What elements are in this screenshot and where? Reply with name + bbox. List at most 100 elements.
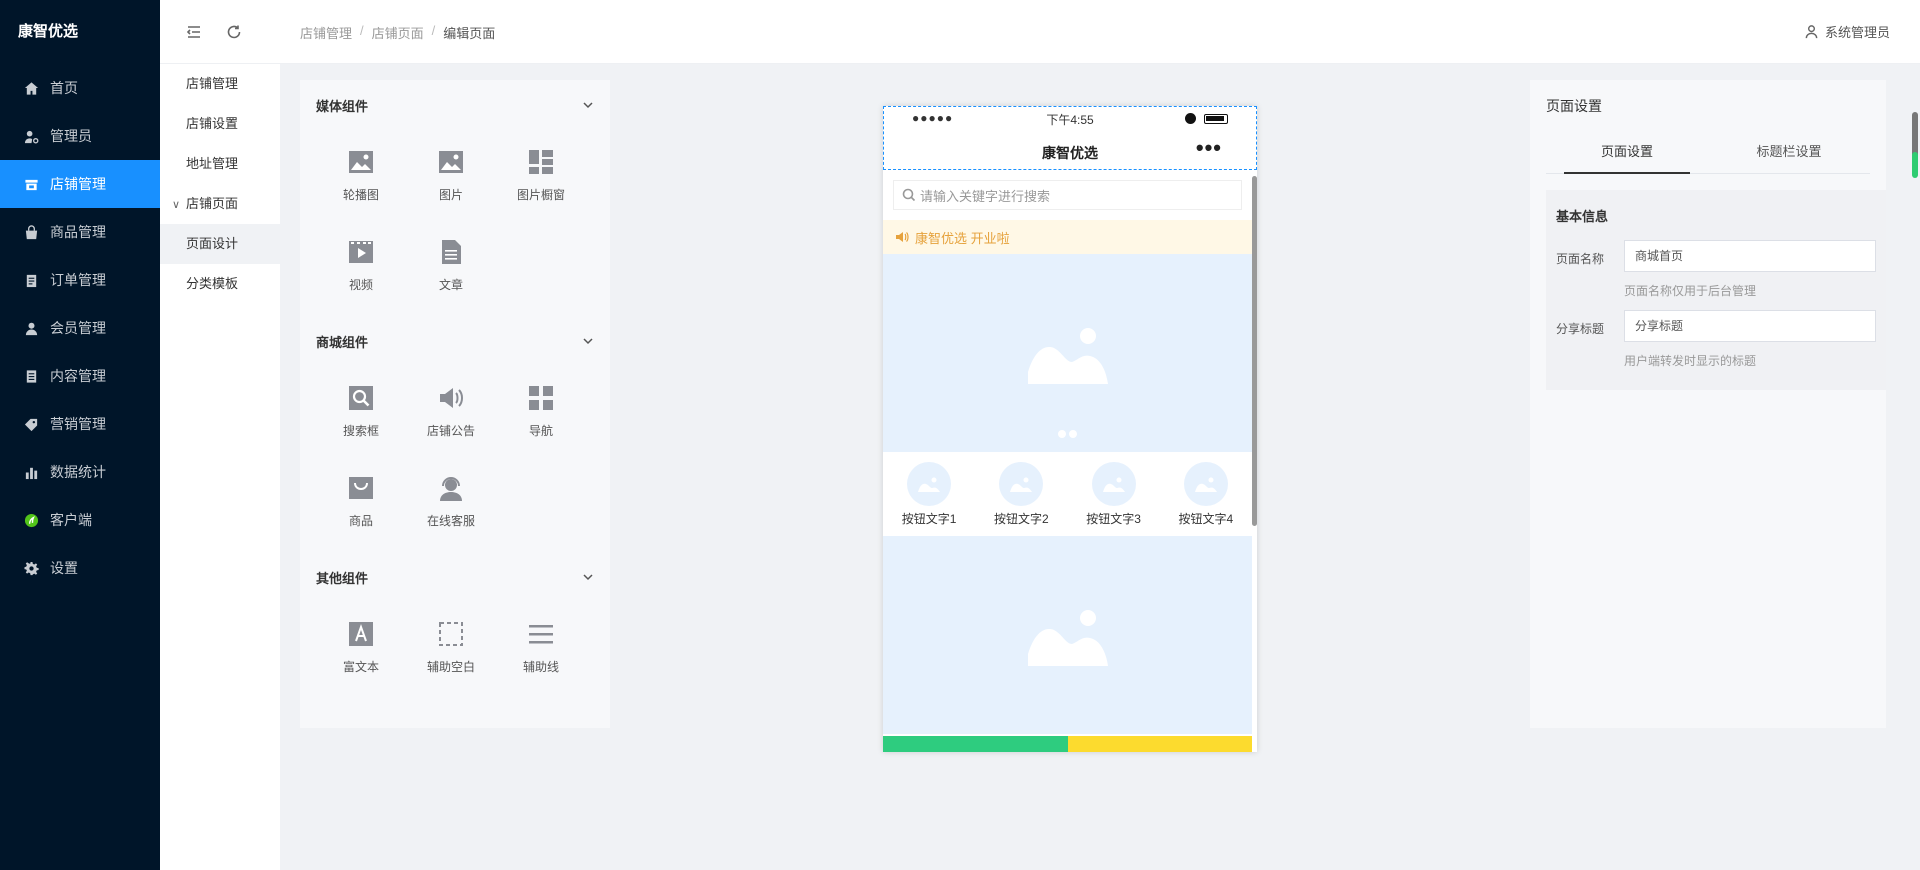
sidebar-item-label: 订单管理	[50, 272, 106, 288]
component-item[interactable]: 图片	[406, 130, 496, 220]
component-group-header[interactable]: 其他组件	[300, 552, 610, 602]
sidebar-item-2[interactable]: 店铺管理	[0, 160, 160, 208]
component-item[interactable]: 图片橱窗	[496, 130, 586, 220]
subnav-item-store-management[interactable]: 店铺管理	[160, 64, 280, 104]
section-title: 基本信息	[1556, 209, 1609, 224]
component-item[interactable]: 店铺公告	[406, 366, 496, 456]
member-icon	[22, 319, 40, 337]
image-placeholder-icon	[907, 461, 952, 506]
page-scrollbar[interactable]	[1910, 112, 1920, 180]
phone-nav-buttons: 按钮文字1 按钮文字2 按钮文字3 按钮文字4	[883, 452, 1252, 536]
phone-image-block[interactable]	[883, 536, 1252, 734]
breadcrumb-item-store-management[interactable]: 店铺管理	[300, 23, 352, 42]
component-item[interactable]: 商品	[316, 456, 406, 546]
document-icon	[22, 367, 40, 385]
sidebar-item-1[interactable]: 管理员	[0, 112, 160, 160]
refresh-icon[interactable]	[224, 22, 244, 42]
component-label: 店铺公告	[426, 423, 475, 438]
sidebar-item-5[interactable]: 会员管理	[0, 304, 160, 352]
home-icon	[22, 79, 40, 97]
phone-title-bar[interactable]: ●●●●● 下午4:55 康智优选 •••	[883, 106, 1257, 170]
subnav-item-category-template[interactable]: 分类模板	[160, 264, 280, 304]
component-group-title: 商城组件	[316, 334, 369, 350]
sidebar-item-0[interactable]: 首页	[0, 64, 160, 112]
component-item[interactable]: 视频	[316, 220, 406, 310]
carousel-icon	[347, 148, 375, 176]
component-item[interactable]: 文章	[406, 220, 496, 310]
bag-icon	[22, 223, 40, 241]
subnav-group-label: 店铺页面	[186, 196, 239, 211]
sidebar-item-label: 首页	[50, 80, 78, 96]
sidebar-item-label: 营销管理	[50, 416, 106, 432]
customer-service-icon	[437, 474, 465, 502]
sidebar-item-3[interactable]: 商品管理	[0, 208, 160, 256]
component-item[interactable]: 辅助线	[496, 602, 586, 692]
chevron-down-icon	[583, 102, 593, 109]
main-menu: 首页管理员 店铺管理 商品管理订单管理会员管理内容管理营销管理数据统计客户端 设置	[0, 64, 160, 592]
video-icon	[347, 238, 375, 266]
phone-carousel[interactable]	[883, 254, 1252, 452]
component-label: 导航	[528, 423, 553, 438]
subnav-group-store-pages[interactable]: ∨ 店铺页面	[160, 184, 280, 224]
user-menu[interactable]: 系统管理员	[1804, 22, 1890, 41]
page-name-label: 页面名称	[1556, 252, 1605, 266]
sidebar-item-8[interactable]: 数据统计	[0, 448, 160, 496]
tab-page-settings[interactable]: 页面设置	[1546, 130, 1708, 174]
breadcrumb-item-edit-page: 编辑页面	[443, 26, 496, 41]
chevron-down-icon	[583, 338, 593, 345]
phone-nav-button[interactable]: 按钮文字1	[883, 452, 975, 536]
subnav-item-store-settings[interactable]: 店铺设置	[160, 104, 280, 144]
tab-titlebar-settings[interactable]: 标题栏设置	[1708, 130, 1870, 173]
sidebar-item-9[interactable]: 客户端	[0, 496, 160, 544]
image-placeholder-icon	[1183, 461, 1228, 506]
component-group-header[interactable]: 媒体组件	[300, 80, 610, 130]
announcement-icon	[437, 384, 465, 412]
settings-title: 页面设置	[1546, 98, 1602, 114]
sidebar-item-7[interactable]: 营销管理	[0, 400, 160, 448]
sidebar-item-6[interactable]: 内容管理	[0, 352, 160, 400]
component-label: 视频	[348, 277, 373, 292]
speaker-icon	[896, 232, 909, 242]
bar-chart-icon	[22, 463, 40, 481]
component-item[interactable]: 导航	[496, 366, 586, 456]
phone-search-box[interactable]: 请输入关键字进行搜索	[893, 180, 1242, 210]
component-grid: 富文本 辅助空白 辅助线	[300, 602, 610, 698]
component-label: 搜索框	[342, 423, 379, 438]
phone-scrollbar[interactable]	[1252, 176, 1257, 526]
phone-nav-button[interactable]: 按钮文字3	[1068, 452, 1160, 536]
phone-nav-button[interactable]: 按钮文字2	[975, 452, 1067, 536]
component-grid: 搜索框 店铺公告 导航商品 在线客服	[300, 366, 610, 552]
image-placeholder-icon	[999, 461, 1044, 506]
phone-notice-text: 康智优选 开业啦	[915, 230, 1010, 246]
component-item[interactable]: 轮播图	[316, 130, 406, 220]
share-title-label: 分享标题	[1556, 322, 1605, 336]
component-item[interactable]: 辅助空白	[406, 602, 496, 692]
phone-nav-label: 按钮文字1	[901, 511, 957, 526]
subnav-item-address-management[interactable]: 地址管理	[160, 144, 280, 184]
sidebar-item-label: 数据统计	[50, 464, 106, 480]
share-title-field[interactable]: 分享标题	[1624, 310, 1876, 342]
subnav-item-page-design[interactable]: 页面设计	[160, 224, 280, 264]
sidebar-item-10[interactable]: 设置	[0, 544, 160, 592]
component-label: 富文本	[342, 659, 379, 674]
component-item[interactable]: 搜索框	[316, 366, 406, 456]
sidebar-item-4[interactable]: 订单管理	[0, 256, 160, 304]
component-group-header[interactable]: 商城组件	[300, 316, 610, 366]
collapse-menu-icon[interactable]	[184, 22, 204, 42]
store-icon	[22, 175, 40, 193]
clipboard-icon	[22, 271, 40, 289]
breadcrumb-item-store-pages[interactable]: 店铺页面	[372, 23, 424, 42]
component-label: 文章	[438, 277, 463, 292]
rich-text-icon	[347, 620, 375, 648]
component-item[interactable]: 富文本	[316, 602, 406, 692]
component-item[interactable]: 在线客服	[406, 456, 496, 546]
component-group-title: 媒体组件	[316, 98, 369, 114]
sidebar-item-label: 内容管理	[50, 368, 106, 384]
phone-nav-label: 按钮文字4	[1178, 511, 1234, 526]
breadcrumb-separator: /	[360, 23, 364, 38]
navigation-icon	[527, 384, 555, 412]
phone-nav-button[interactable]: 按钮文字4	[1160, 452, 1252, 536]
page-name-field[interactable]: 商城首页	[1624, 240, 1876, 272]
phone-notice-bar[interactable]: 康智优选 开业啦	[883, 220, 1252, 254]
component-label: 辅助空白	[426, 659, 475, 674]
